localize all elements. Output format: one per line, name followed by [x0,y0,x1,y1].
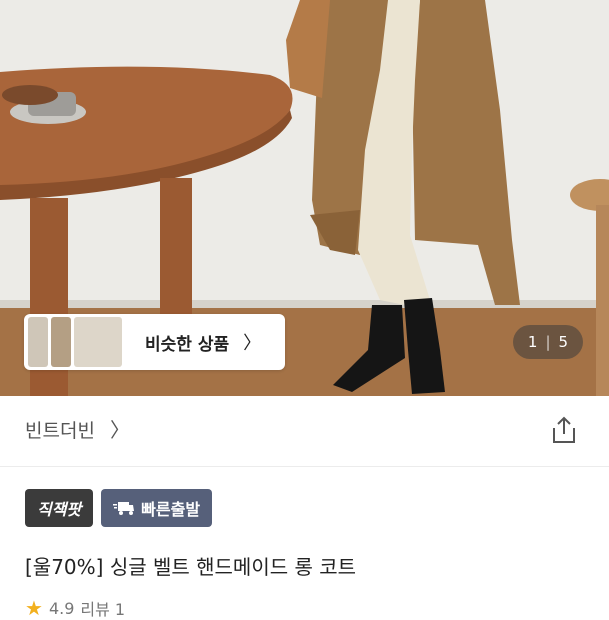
jackpot-badge-label: 직잭팟 [37,500,82,519]
similar-products-button[interactable]: 비슷한 상품 〉 [24,314,285,370]
share-icon[interactable] [548,414,580,446]
similar-thumbnails [28,317,125,367]
star-icon: ★ [25,596,43,620]
product-image-carousel[interactable]: 비슷한 상품 〉 1 | 5 [0,0,609,396]
chevron-right-icon[interactable]: 〉 [110,414,130,443]
thumbnail [74,317,122,367]
shop-row[interactable]: 빈트더빈 〉 [0,396,609,467]
fast-shipping-label: 빠른출발 [141,500,201,519]
thumbnail [28,317,48,367]
total-images: 5 [558,333,569,351]
shop-name[interactable]: 빈트더빈 [25,416,95,443]
rating-row[interactable]: ★ 4.9 리뷰 1 [25,596,125,620]
review-count[interactable]: 리뷰 1 [80,596,125,620]
fast-shipping-badge: 빠른출발 [101,489,213,527]
counter-separator: | [545,333,551,351]
similar-products-label: 비슷한 상품 [145,334,230,355]
chevron-right-icon: 〉 [243,333,262,354]
thumbnail [51,317,71,367]
image-counter: 1 | 5 [513,325,583,359]
product-title: [울70%] 싱글 벨트 핸드메이드 롱 코트 [25,555,357,579]
truck-icon [113,502,135,515]
rating-score: 4.9 [48,598,75,618]
badge-row: 직잭팟 빠른출발 [25,489,213,527]
jackpot-badge: 직잭팟 [25,489,94,527]
current-image-index: 1 [527,333,538,351]
